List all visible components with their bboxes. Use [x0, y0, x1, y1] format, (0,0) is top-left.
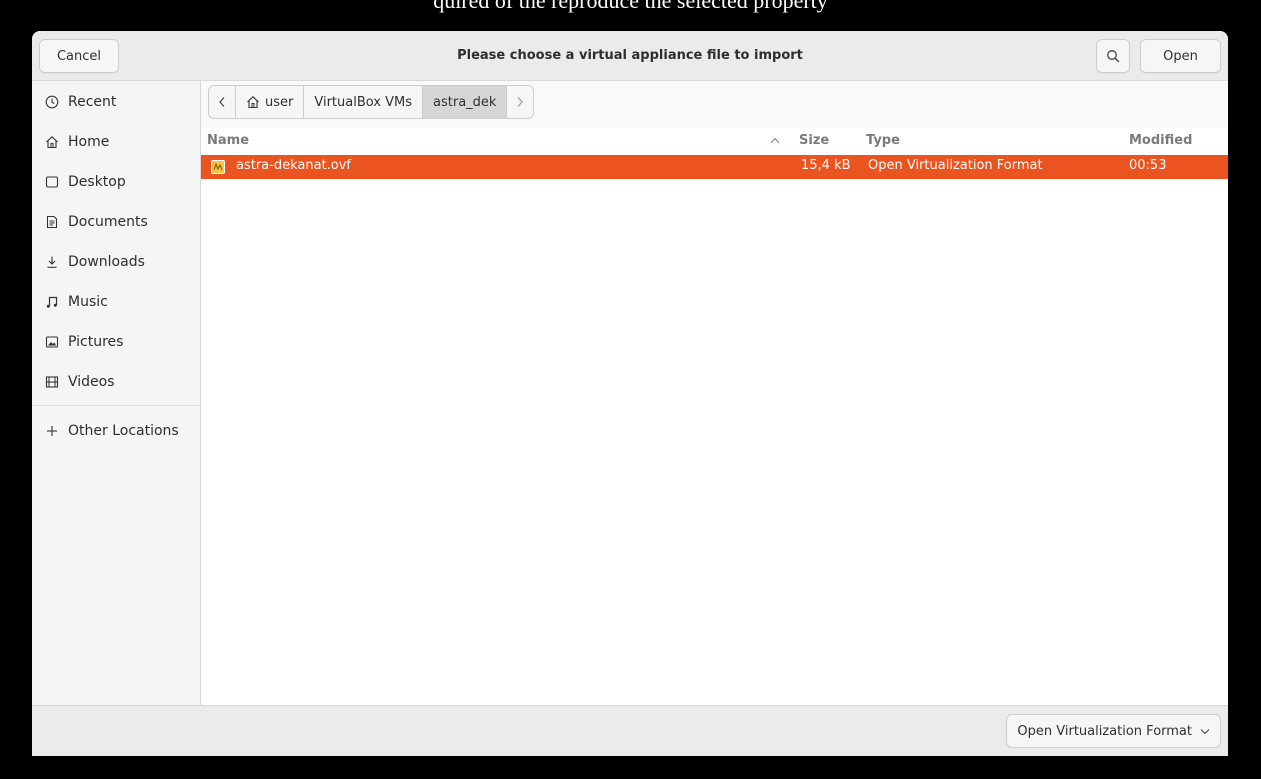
sidebar-item-label: Downloads: [68, 254, 145, 270]
file-type: Open Virtualization Format: [868, 158, 1043, 173]
sidebar-item-downloads[interactable]: Downloads: [32, 245, 200, 279]
download-icon: [44, 254, 60, 270]
sidebar-item-documents[interactable]: Documents: [32, 205, 200, 239]
clock-icon: [44, 94, 60, 110]
file-list[interactable]: Name Size Type Modified astra-dekanat.ov…: [201, 128, 1228, 705]
file-size: 15,4 kB: [801, 158, 851, 173]
column-header-type[interactable]: Type: [866, 133, 900, 148]
sidebar-item-videos[interactable]: Videos: [32, 365, 200, 399]
file-chooser-dialog: Please choose a virtual appliance file t…: [32, 31, 1228, 756]
sidebar-item-music[interactable]: Music: [32, 285, 200, 319]
ovf-file-icon: [211, 160, 225, 174]
footer-bar: Open Virtualization Format: [32, 705, 1228, 756]
path-crumb-label: VirtualBox VMs: [314, 94, 413, 110]
column-header-modified[interactable]: Modified: [1129, 133, 1192, 148]
home-icon: [44, 134, 60, 150]
path-crumb-label: user: [265, 94, 294, 110]
chevron-down-icon: [1200, 728, 1210, 735]
path-bar: user VirtualBox VMs astra_dek: [208, 85, 535, 119]
video-icon: [44, 374, 60, 390]
desktop-icon: [44, 174, 60, 190]
path-back-button[interactable]: [209, 86, 236, 118]
column-header-name[interactable]: Name: [207, 133, 249, 148]
cancel-button[interactable]: Cancel: [39, 39, 119, 73]
sidebar-item-label: Music: [68, 294, 108, 310]
music-icon: [44, 294, 60, 310]
column-header-size[interactable]: Size: [799, 133, 829, 148]
sidebar-item-recent[interactable]: Recent: [32, 85, 200, 119]
search-button[interactable]: [1096, 39, 1130, 73]
chevron-right-icon: [518, 97, 524, 107]
header-bar: Please choose a virtual appliance file t…: [32, 31, 1228, 81]
picture-icon: [44, 334, 60, 350]
sidebar-item-other-locations[interactable]: Other Locations: [32, 414, 200, 448]
sidebar-item-label: Pictures: [68, 334, 124, 350]
sidebar-item-label: Videos: [68, 374, 115, 390]
sort-ascending-icon: [770, 137, 780, 144]
file-name: astra-dekanat.ovf: [236, 158, 352, 173]
sidebar-item-home[interactable]: Home: [32, 125, 200, 159]
sidebar-item-label: Documents: [68, 214, 148, 230]
dialog-title: Please choose a virtual appliance file t…: [457, 48, 803, 63]
plus-icon: [44, 423, 60, 439]
path-crumb-label: astra_dek: [433, 94, 497, 110]
chevron-left-icon: [219, 97, 225, 107]
background-window-text: quired of the reproduce the selected pro…: [433, 0, 828, 13]
file-type-filter-dropdown[interactable]: Open Virtualization Format: [1006, 714, 1221, 748]
path-crumb-astra-dek[interactable]: astra_dek: [423, 86, 508, 118]
sidebar-item-label: Desktop: [68, 174, 126, 190]
sidebar-divider: [32, 405, 200, 406]
file-type-filter-label: Open Virtualization Format: [1017, 723, 1192, 739]
file-row[interactable]: astra-dekanat.ovf 15,4 kB Open Virtualiz…: [201, 155, 1228, 179]
path-crumb-user[interactable]: user: [236, 86, 305, 118]
sidebar-item-desktop[interactable]: Desktop: [32, 165, 200, 199]
path-crumb-virtualbox-vms[interactable]: VirtualBox VMs: [304, 86, 424, 118]
places-sidebar: Recent Home Desktop Documents Downloads: [32, 81, 201, 705]
sidebar-item-label: Recent: [68, 94, 117, 110]
sidebar-item-pictures[interactable]: Pictures: [32, 325, 200, 359]
home-icon: [247, 96, 259, 109]
column-header-row: Name Size Type Modified: [201, 128, 1228, 154]
document-icon: [44, 214, 60, 230]
search-icon: [1107, 50, 1120, 63]
file-modified: 00:53: [1129, 158, 1167, 173]
path-forward-button[interactable]: [507, 86, 533, 118]
sidebar-item-label: Other Locations: [68, 423, 179, 439]
open-button[interactable]: Open: [1140, 39, 1221, 73]
sidebar-item-label: Home: [68, 134, 110, 150]
